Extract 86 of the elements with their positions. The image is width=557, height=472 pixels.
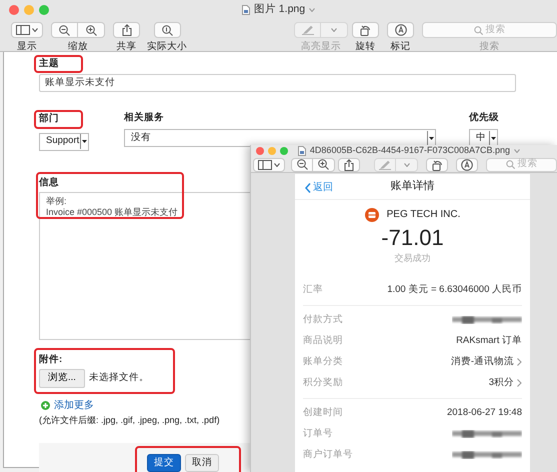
browse-button[interactable]: 浏览... [39, 369, 85, 388]
zoom-out-button[interactable] [291, 158, 313, 172]
chevron-down-icon [514, 149, 520, 153]
detail-label: 账单分类 [303, 354, 343, 369]
field-label: 优先级 [469, 112, 499, 124]
detail-value: 2018-06-27 19:48 [446, 406, 522, 420]
share-button[interactable] [113, 22, 140, 38]
allowed-types-text: (允许文件后缀: .jpg, .gif, .jpeg, .png, .txt, .pdf) [39, 414, 220, 427]
merchant-name: PEG TECH INC. [386, 208, 460, 222]
dropdown-arrow-icon [429, 136, 434, 140]
back-icon [305, 182, 311, 192]
field-label: 相关服务 [124, 112, 164, 124]
toolbar-label: 标记 [390, 41, 410, 52]
detail-label: 商品说明 [303, 334, 343, 348]
rotate-button[interactable] [352, 22, 379, 38]
merchant-logo-icon [364, 208, 379, 222]
document-icon [242, 5, 250, 15]
sidebar-icon [258, 160, 272, 170]
window-title: 图片 1.png [254, 2, 306, 18]
markup-icon [394, 24, 406, 36]
dropdown-arrow-icon [82, 140, 87, 143]
zoom-out-icon [59, 24, 70, 36]
file-status: 未选择文件。 [88, 371, 149, 386]
add-icon [41, 401, 50, 410]
sidebar-icon [16, 25, 30, 35]
back-link[interactable]: 返回 [305, 180, 333, 195]
detail-label: 创建时间 [303, 406, 343, 420]
detail-label: 付款方式 [303, 312, 343, 327]
detail-label: 汇率 [303, 282, 323, 297]
markup-button[interactable] [456, 158, 478, 172]
detail-value: 3积分 [488, 376, 514, 390]
submit-button[interactable]: 提交 [147, 454, 181, 472]
zoom-in-icon [86, 24, 96, 36]
cancel-button[interactable]: 取消 [185, 454, 219, 472]
toolbar-label: 显示 [17, 41, 37, 52]
sidebar-button[interactable] [253, 158, 285, 172]
markup-button[interactable] [387, 22, 414, 38]
detail-value: 消费-通讯物流 [450, 354, 514, 369]
zoom-in-button[interactable] [78, 22, 105, 38]
toolbar-label: 缩放 [68, 41, 88, 52]
actual-size-button[interactable] [154, 22, 180, 38]
detail-value: 1.00 美元 = 6.63046000 人民币 [387, 282, 522, 297]
rotate-icon [360, 24, 371, 36]
toolbar-label: 实际大小 [147, 41, 187, 52]
document-icon [298, 146, 306, 156]
detail-value: RAKsmart 订单 [456, 334, 522, 348]
amount: -71.01 [380, 224, 445, 252]
search-icon [506, 160, 514, 169]
screen-title: 账单详情 [390, 179, 434, 194]
field-label: 主题 [39, 58, 59, 69]
toolbar-label: 搜索 [478, 41, 500, 52]
pen-icon [379, 160, 391, 170]
zoom-out-button[interactable] [51, 22, 78, 38]
rotate-icon [432, 158, 442, 170]
zoom-in-button[interactable] [313, 158, 335, 172]
caret-icon [331, 28, 337, 32]
service-select[interactable]: 没有 [124, 129, 436, 148]
chevron-down-icon [309, 8, 316, 12]
add-more-link[interactable]: 添加更多 [54, 398, 94, 413]
zoom-out-icon [296, 159, 308, 170]
status-text: 交易成功 [394, 252, 432, 265]
actual-size-icon [162, 24, 172, 36]
zoom-in-icon [318, 159, 329, 170]
dropdown-arrow-icon [491, 136, 496, 140]
caret-icon [274, 162, 280, 166]
sidebar-button[interactable] [11, 22, 43, 38]
toolbar-label: 旋转 [356, 41, 376, 52]
caret-icon [404, 162, 410, 166]
caret-icon [32, 28, 38, 32]
detail-label: 商户订单号 [303, 448, 353, 462]
field-label: 部门 [39, 113, 59, 124]
field-label: 附件: [39, 354, 62, 365]
toolbar-label: 高亮显示 [301, 41, 341, 52]
share-button[interactable] [338, 158, 360, 172]
subject-field[interactable]: 账单显示未支付 [39, 74, 516, 92]
detail-label: 订单号 [303, 426, 333, 441]
markup-icon [461, 158, 473, 170]
detail-label: 积分奖励 [303, 376, 343, 390]
department-select[interactable]: Support [39, 132, 89, 150]
share-icon [122, 24, 132, 36]
rotate-button[interactable] [426, 158, 448, 172]
toolbar-label: 共享 [116, 41, 136, 52]
pen-icon [302, 25, 314, 35]
field-label: 信息 [39, 176, 59, 188]
search-icon [474, 26, 482, 34]
share-icon [344, 158, 354, 170]
